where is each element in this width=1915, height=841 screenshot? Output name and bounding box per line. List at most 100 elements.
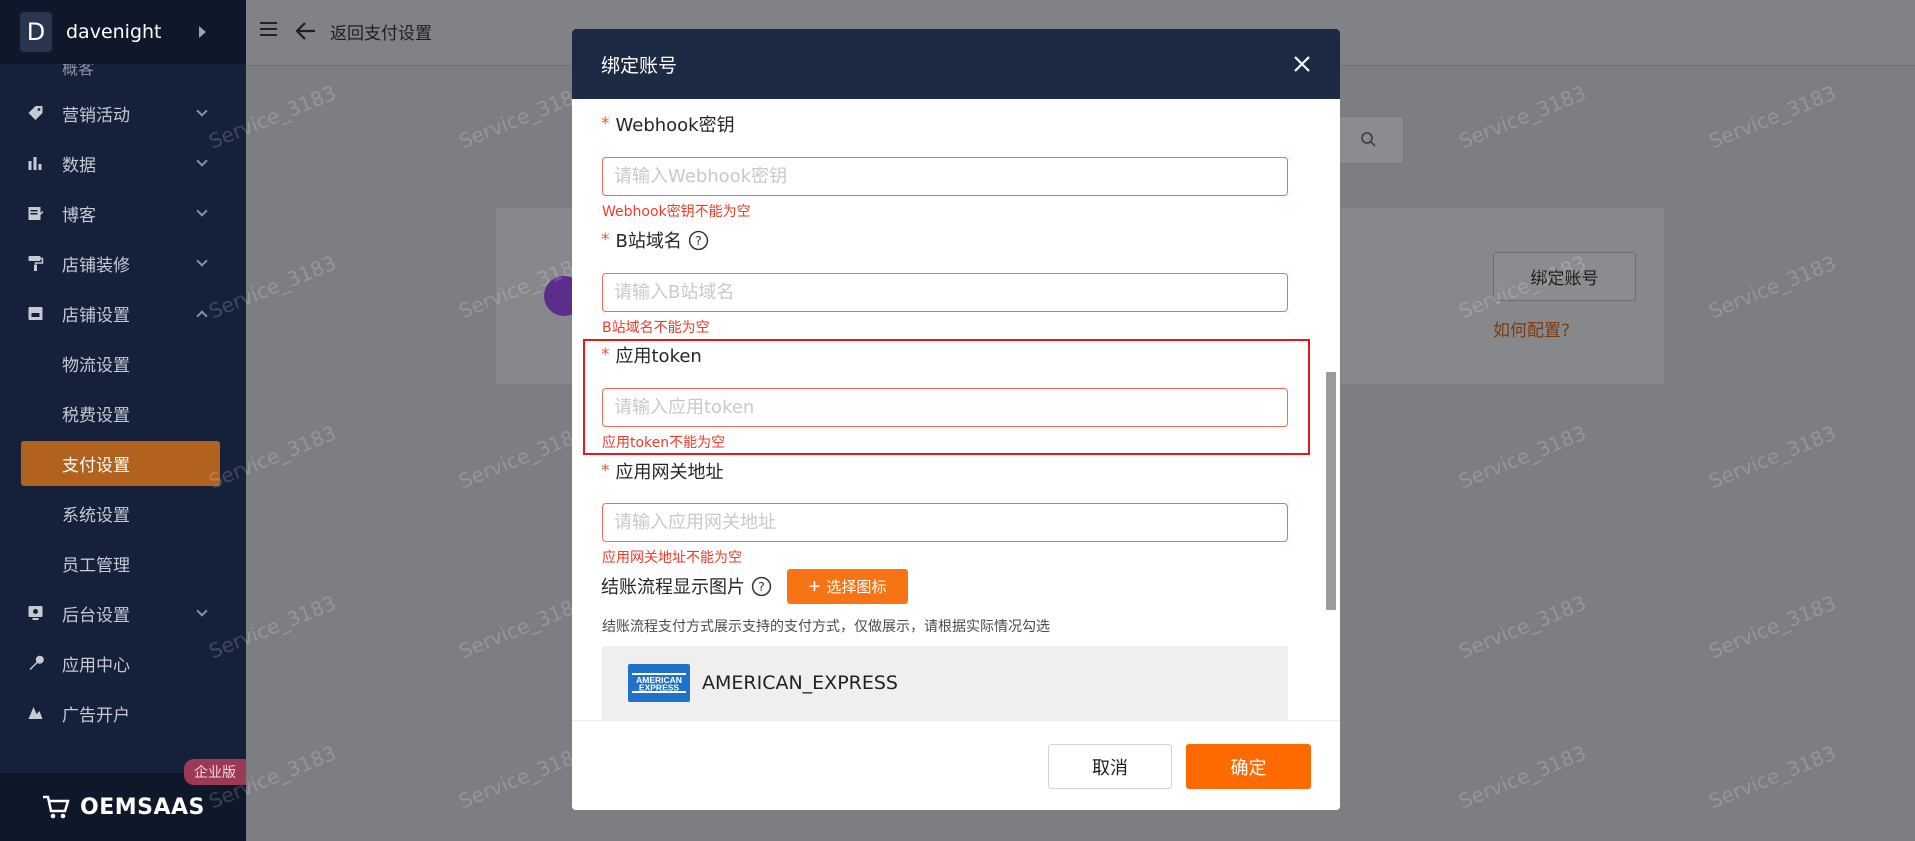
edition-badge: 企业版 [184,759,246,785]
paint-roller-icon [28,256,44,271]
sidebar-item-label: 广告开户 [62,705,130,726]
help-circle-icon[interactable]: ? [688,230,709,251]
back-arrow-icon[interactable] [295,20,317,42]
confirm-button[interactable]: 确定 [1186,744,1311,789]
watermark-text: Service_3183 [455,590,590,664]
sidebar-item-label: 营销活动 [62,105,130,126]
required-marker: * [601,114,610,134]
monitor-icon [28,606,43,620]
checkout-hint: 结账流程支付方式展示支持的支付方式，仅做展示，请根据实际情况勾选 [602,619,1050,635]
chevron-down-icon [196,105,208,117]
sidebar-subitem-tax[interactable]: 税费设置 [0,388,246,438]
store-icon [28,307,43,320]
sidebar-item-ads[interactable]: 广告开户 [0,688,246,738]
watermark-text: Service_3183 [1705,420,1840,494]
edit-icon [28,207,44,220]
webhook-secret-input[interactable] [602,157,1288,196]
brand-header[interactable]: D davenight [0,0,246,64]
sidebar-subitem-payment[interactable]: 支付设置 [21,441,220,486]
svg-text:EXPRESS: EXPRESS [639,683,679,693]
field-label-text: 应用网关地址 [615,462,724,483]
payment-method-row[interactable]: AMERICAN EXPRESS AMERICAN_EXPRESS [602,646,1288,720]
chevron-down-icon [196,155,208,167]
watermark-text: Service_3183 [1705,80,1840,154]
watermark-text: Service_3183 [1455,590,1590,664]
field-error: B站域名不能为空 [602,320,710,336]
shopping-cart-icon [43,795,70,819]
watermark-text: Service_3183 [455,740,590,814]
modal-footer: 取消 确定 [572,720,1340,810]
menu-toggle-icon[interactable] [260,22,277,36]
chevron-down-icon [196,205,208,217]
brand-logo: D [20,12,52,52]
bar-chart-icon [28,157,42,170]
caret-right-icon[interactable] [199,26,206,38]
sidebar-subitem-shipping[interactable]: 物流设置 [0,338,246,388]
watermark-text: Service_3183 [1455,420,1590,494]
plus-icon: + [808,575,821,598]
sidebar-item-data[interactable]: 数据 [0,138,246,188]
brand-name: davenight [66,21,162,43]
sidebar-footer: OEMSAAS 企业版 [0,759,246,841]
back-link[interactable]: 返回支付设置 [330,19,432,44]
app-token-input[interactable] [602,388,1288,427]
sidebar-item-label: 博客 [62,205,96,226]
help-circle-icon[interactable]: ? [751,576,772,597]
sidebar: D davenight 概客 营销活动 数据 博客 店铺装修 店铺设置 物流设置… [0,0,246,841]
sidebar-item-decoration[interactable]: 店铺装修 [0,238,246,288]
sidebar-item-blog[interactable]: 博客 [0,188,246,238]
search-icon[interactable] [1360,131,1376,147]
field-label-text: B站域名 [615,231,682,252]
chevron-down-icon [196,605,208,617]
cancel-button[interactable]: 取消 [1048,744,1172,789]
field-label-text: 应用token [615,346,702,367]
svg-text:?: ? [758,579,765,594]
sidebar-item-label: 店铺装修 [62,255,130,276]
sidebar-subitem-system[interactable]: 系统设置 [0,488,246,538]
svg-text:?: ? [695,233,702,248]
required-marker: * [601,345,610,365]
sidebar-item-partial[interactable]: 概客 [0,64,246,88]
howto-link[interactable]: 如何配置? [1493,316,1570,341]
app-gateway-input[interactable] [602,503,1288,542]
modal-header: 绑定账号 [572,29,1340,99]
watermark-text: Service_3183 [1455,740,1590,814]
field-error: 应用网关地址不能为空 [602,550,742,566]
select-icon-label: 选择图标 [826,579,887,596]
sidebar-item-label: 数据 [62,155,96,176]
sidebar-item-label: 后台设置 [62,605,130,626]
amex-logo: AMERICAN EXPRESS [628,664,690,702]
bind-account-modal: 绑定账号 * Webhook密钥 Webhook密钥不能为空 * B站域名 ? … [572,29,1340,810]
sidebar-item-label: 应用中心 [62,655,130,676]
app-gateway-label: * 应用网关地址 [601,458,724,484]
chevron-down-icon [196,255,208,267]
checkout-image-label: 结账流程显示图片 ? [601,573,772,599]
sidebar-item-app-center[interactable]: 应用中心 [0,638,246,688]
watermark-text: Service_3183 [1455,80,1590,154]
select-icon-button[interactable]: + 选择图标 [787,569,908,604]
bind-account-button[interactable]: 绑定账号 [1493,252,1636,301]
app-token-label: * 应用token [601,342,702,368]
required-marker: * [601,461,610,481]
close-icon[interactable] [1292,54,1312,74]
footer-logo: OEMSAAS [80,794,205,820]
sidebar-item-marketing[interactable]: 营销活动 [0,88,246,138]
watermark-text: Service_3183 [455,80,590,154]
modal-body: * Webhook密钥 Webhook密钥不能为空 * B站域名 ? B站域名不… [572,99,1340,720]
sidebar-subitem-staff[interactable]: 员工管理 [0,538,246,588]
watermark-text: Service_3183 [1705,590,1840,664]
sidebar-item-label: 店铺设置 [62,305,130,326]
b-domain-input[interactable] [602,273,1288,312]
sidebar-item-store-settings[interactable]: 店铺设置 [0,288,246,338]
payment-method-name: AMERICAN_EXPRESS [702,672,898,694]
b-domain-label: * B站域名 ? [601,227,709,253]
sidebar-item-admin-settings[interactable]: 后台设置 [0,588,246,638]
tag-icon [28,106,43,120]
scrollbar-thumb[interactable] [1326,372,1336,610]
modal-title: 绑定账号 [601,54,678,77]
ad-icon [28,707,43,719]
field-label-text: Webhook密钥 [615,115,735,136]
webhook-secret-label: * Webhook密钥 [601,111,735,137]
field-error: 应用token不能为空 [602,435,726,451]
watermark-text: Service_3183 [1705,740,1840,814]
